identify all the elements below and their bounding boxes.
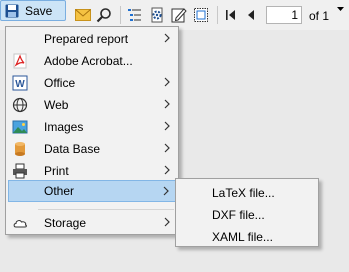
menu-item-office[interactable]: W Office xyxy=(8,72,176,94)
menu-item-label: Prepared report xyxy=(44,32,129,46)
svg-text:W: W xyxy=(15,79,25,90)
menu-item-other[interactable]: Other xyxy=(8,180,176,202)
menu-item-label: Storage xyxy=(44,216,87,230)
chevron-right-icon xyxy=(164,77,170,87)
menu-item-label: Web xyxy=(44,98,69,112)
outline-icon[interactable] xyxy=(126,6,144,24)
submenu-item-dxf-file[interactable]: DXF file... xyxy=(212,208,265,222)
page-setup-icon[interactable] xyxy=(192,6,210,24)
chevron-right-icon xyxy=(164,217,170,227)
pdf-icon xyxy=(13,53,27,69)
save-dropdown-menu: Prepared report Adobe Acrobat... W Offic… xyxy=(5,26,179,235)
image-icon xyxy=(12,120,28,134)
page-count-label: of 1 xyxy=(309,9,330,23)
settings-page-icon[interactable] xyxy=(148,6,166,24)
menu-item-label: Data Base xyxy=(44,142,101,156)
chevron-down-icon[interactable] xyxy=(337,7,344,12)
chevron-right-icon xyxy=(164,99,170,109)
menu-separator xyxy=(38,209,174,210)
save-button-label: Save xyxy=(25,3,53,18)
chevron-right-icon xyxy=(164,121,170,131)
word-icon: W xyxy=(12,75,28,91)
menu-item-label: Other xyxy=(44,184,75,198)
menu-item-storage[interactable]: Storage xyxy=(8,212,176,234)
save-button[interactable]: Save xyxy=(0,0,344,21)
toolbar-separator xyxy=(217,6,218,24)
page-number-input[interactable]: 1 xyxy=(266,6,302,24)
chevron-right-icon xyxy=(163,186,169,196)
menu-item-images[interactable]: Images xyxy=(8,116,176,138)
database-icon xyxy=(15,142,25,156)
menu-item-adobe-acrobat[interactable]: Adobe Acrobat... xyxy=(8,50,176,72)
menu-item-label: Print xyxy=(44,164,69,178)
submenu-item-xaml-file[interactable]: XAML file... xyxy=(212,230,273,244)
chevron-right-icon xyxy=(164,143,170,153)
menu-item-data-base[interactable]: Data Base xyxy=(8,138,176,160)
menu-item-print[interactable]: Print xyxy=(8,160,176,182)
menu-item-label: Adobe Acrobat... xyxy=(44,54,133,68)
search-icon[interactable] xyxy=(95,6,113,24)
floppy-disk-icon xyxy=(5,4,19,17)
chevron-right-icon xyxy=(164,33,170,43)
menu-item-label: Office xyxy=(44,76,76,90)
edit-icon[interactable] xyxy=(170,6,188,24)
previous-page-icon[interactable] xyxy=(243,6,259,24)
printer-icon xyxy=(13,163,27,179)
menu-item-web[interactable]: Web xyxy=(8,94,176,116)
first-page-icon[interactable] xyxy=(223,6,239,24)
menu-item-label: Images xyxy=(44,120,84,134)
submenu-item-latex-file[interactable]: LaTeX file... xyxy=(212,186,275,200)
menu-item-prepared-report[interactable]: Prepared report xyxy=(8,28,176,50)
chevron-right-icon xyxy=(164,165,170,175)
toolbar-separator xyxy=(120,6,121,24)
globe-icon xyxy=(12,97,28,113)
email-icon[interactable] xyxy=(74,6,92,24)
other-submenu: LaTeX file... DXF file... XAML file... xyxy=(175,178,319,247)
cloud-icon xyxy=(13,220,27,228)
